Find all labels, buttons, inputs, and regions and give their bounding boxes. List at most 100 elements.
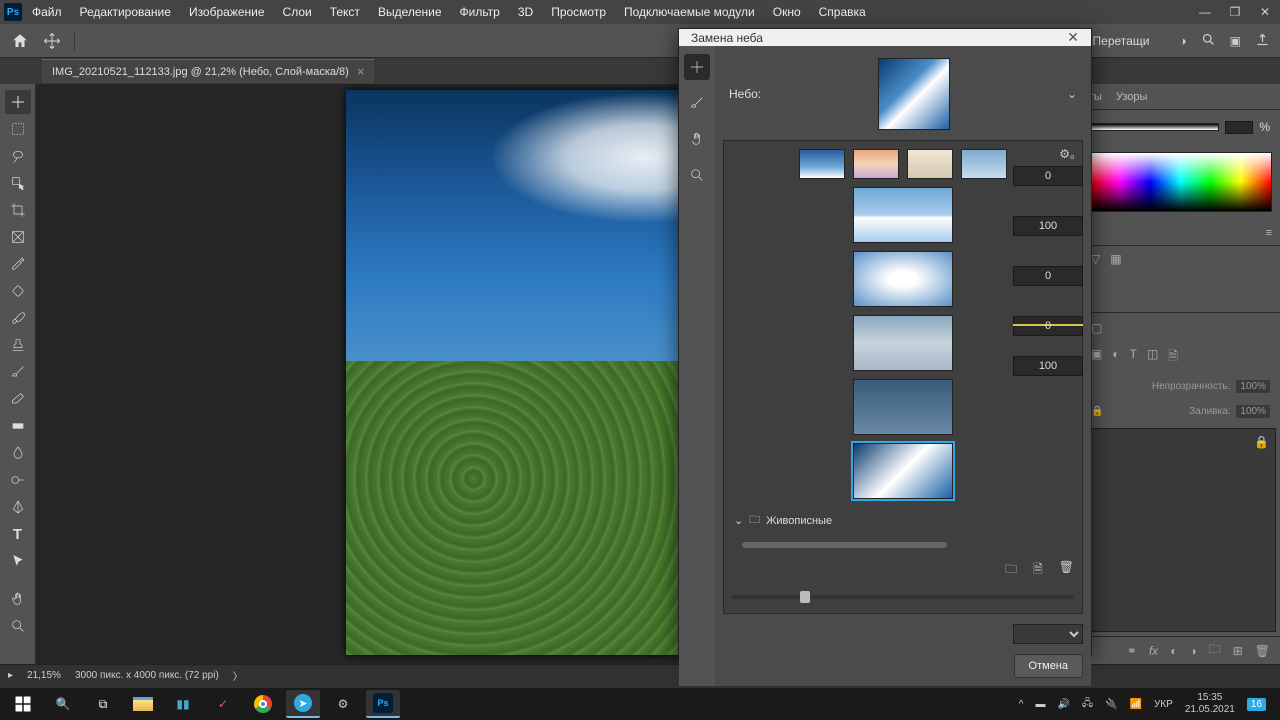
tray-volume-icon[interactable]: 🔊 (1057, 699, 1069, 710)
menu-layers[interactable]: Слои (275, 2, 320, 22)
marquee-tool[interactable] (5, 117, 31, 141)
home-icon[interactable] (10, 31, 30, 51)
hand-tool[interactable] (5, 587, 31, 611)
fx-type-icon[interactable]: T (1130, 347, 1137, 368)
dialog-move-tool[interactable] (684, 54, 710, 80)
move-tool-icon[interactable] (40, 29, 64, 53)
stamp-tool[interactable] (5, 333, 31, 357)
search-icon[interactable] (1201, 32, 1216, 50)
group-icon[interactable]: 🗀 (1209, 640, 1221, 661)
opacity-value[interactable]: 100% (1236, 380, 1270, 393)
sky-thumb-large[interactable] (853, 251, 953, 307)
slider-value-4[interactable]: 0 (1013, 316, 1083, 336)
menu-plugins[interactable]: Подключаемые модули (616, 2, 763, 22)
crop-tool[interactable] (5, 198, 31, 222)
start-button[interactable] (6, 690, 40, 718)
telegram-icon[interactable]: ➤ (286, 690, 320, 718)
gray-ramp[interactable] (1091, 123, 1219, 131)
slider-value-2[interactable]: 100 (1013, 216, 1083, 236)
close-icon[interactable]: ✕ (1250, 0, 1280, 24)
healing-tool[interactable] (5, 279, 31, 303)
fill-value[interactable]: 100% (1236, 405, 1270, 418)
preset-delete-icon[interactable]: 🗑 (1059, 560, 1074, 581)
layers-list[interactable]: 🔒 (1085, 428, 1276, 632)
notifications-icon[interactable]: 16 (1247, 698, 1266, 711)
brush-tool[interactable] (5, 306, 31, 330)
tray-battery-icon[interactable]: ▬ (1035, 699, 1045, 710)
menu-3d[interactable]: 3D (510, 2, 541, 22)
menu-window[interactable]: Окно (765, 2, 809, 22)
settings-icon[interactable]: ⚙ (326, 690, 360, 718)
color-spectrum[interactable] (1089, 152, 1272, 212)
dialog-brush-tool[interactable] (684, 90, 710, 116)
slider-value-3[interactable]: 0 (1013, 266, 1083, 286)
panel-menu-icon[interactable]: ≡ (1266, 227, 1272, 239)
workspace-icon[interactable]: ▣ (1230, 34, 1241, 48)
maximize-icon[interactable]: ❐ (1220, 0, 1250, 24)
layer-fx-icon[interactable]: fx (1149, 644, 1158, 658)
dodge-tool[interactable] (5, 468, 31, 492)
lock-icon[interactable]: 🔒 (1091, 406, 1103, 417)
blur-tool[interactable] (5, 441, 31, 465)
tray-lang[interactable]: УКР (1154, 699, 1173, 710)
sky-thumb-large[interactable] (853, 379, 953, 435)
link-layers-icon[interactable]: ⚭ (1127, 644, 1137, 658)
fx-half-icon[interactable]: ◐ (1112, 347, 1119, 368)
stats-app-icon[interactable]: ▮▮ (166, 690, 200, 718)
dialog-hand-tool[interactable] (684, 126, 710, 152)
task-view-button[interactable]: ⧉ (86, 690, 120, 718)
menu-filter[interactable]: Фильтр (452, 2, 508, 22)
preset-category[interactable]: ⌄ 🗀 Живописные (732, 507, 1074, 534)
sky-thumb[interactable] (799, 149, 845, 179)
move-tool[interactable] (5, 90, 31, 114)
preset-scrollbar[interactable] (742, 542, 947, 548)
presets-gear-icon[interactable]: ⚙｡ (1059, 145, 1076, 162)
status-chevron-icon[interactable]: 〉 (233, 668, 243, 683)
slider-value-5[interactable]: 100 (1013, 356, 1083, 376)
explorer-icon[interactable] (126, 690, 160, 718)
fx-doc-icon[interactable]: 🗎 (1168, 347, 1178, 368)
zoom-slider[interactable] (732, 595, 1074, 599)
sky-thumb-large[interactable] (853, 187, 953, 243)
cleaner-app-icon[interactable]: ✓ (206, 690, 240, 718)
tray-power-icon[interactable]: 🔌 (1105, 699, 1117, 710)
sky-preview[interactable] (878, 58, 950, 130)
sky-thumb[interactable] (907, 149, 953, 179)
doc-info[interactable]: 3000 пикс. x 4000 пикс. (72 ppi) (75, 670, 219, 681)
sky-thumb[interactable] (961, 149, 1007, 179)
sky-thumb-large[interactable] (853, 315, 953, 371)
new-layer-icon[interactable]: ⊞ (1233, 644, 1243, 658)
sky-thumb-selected[interactable] (853, 443, 953, 499)
minimize-icon[interactable]: — (1190, 0, 1220, 24)
gradient-tool[interactable] (5, 414, 31, 438)
adjustment-grid-icon[interactable]: ▦ (1110, 252, 1121, 266)
object-select-tool[interactable] (5, 171, 31, 195)
tray-clock[interactable]: 15:35 21.05.2021 (1185, 692, 1235, 716)
pen-tool[interactable] (5, 495, 31, 519)
preset-folder-icon[interactable]: 🗀 (1005, 560, 1017, 581)
history-brush-tool[interactable] (5, 360, 31, 384)
tray-network-icon[interactable]: 🖧 (1082, 696, 1093, 713)
fx-image-icon[interactable]: ▣ (1091, 347, 1102, 368)
menu-image[interactable]: Изображение (181, 2, 273, 22)
menu-select[interactable]: Выделение (370, 2, 450, 22)
lasso-tool[interactable] (5, 144, 31, 168)
delete-layer-icon[interactable]: 🗑 (1255, 644, 1270, 658)
cloud-docs-icon[interactable]: ◑ (1179, 34, 1186, 48)
dialog-zoom-tool[interactable] (684, 162, 710, 188)
chrome-icon[interactable] (246, 690, 280, 718)
frame-tool[interactable] (5, 225, 31, 249)
panel-tab-patterns[interactable]: Узоры (1116, 91, 1147, 103)
path-select-tool[interactable] (5, 549, 31, 573)
menu-file[interactable]: Файл (24, 2, 70, 22)
zoom-tool[interactable] (5, 614, 31, 638)
layer-mask-icon[interactable]: ◐ (1170, 644, 1177, 658)
status-arrow-icon[interactable]: ▸ (8, 670, 13, 681)
type-tool[interactable]: T (5, 522, 31, 546)
zoom-level[interactable]: 21,15% (27, 670, 61, 681)
preset-new-icon[interactable]: 🗎 (1033, 560, 1043, 581)
adjustment-triangle-icon[interactable]: ▽ (1091, 252, 1100, 266)
menu-view[interactable]: Просмотр (543, 2, 614, 22)
search-button[interactable]: 🔍 (46, 690, 80, 718)
menu-help[interactable]: Справка (811, 2, 874, 22)
